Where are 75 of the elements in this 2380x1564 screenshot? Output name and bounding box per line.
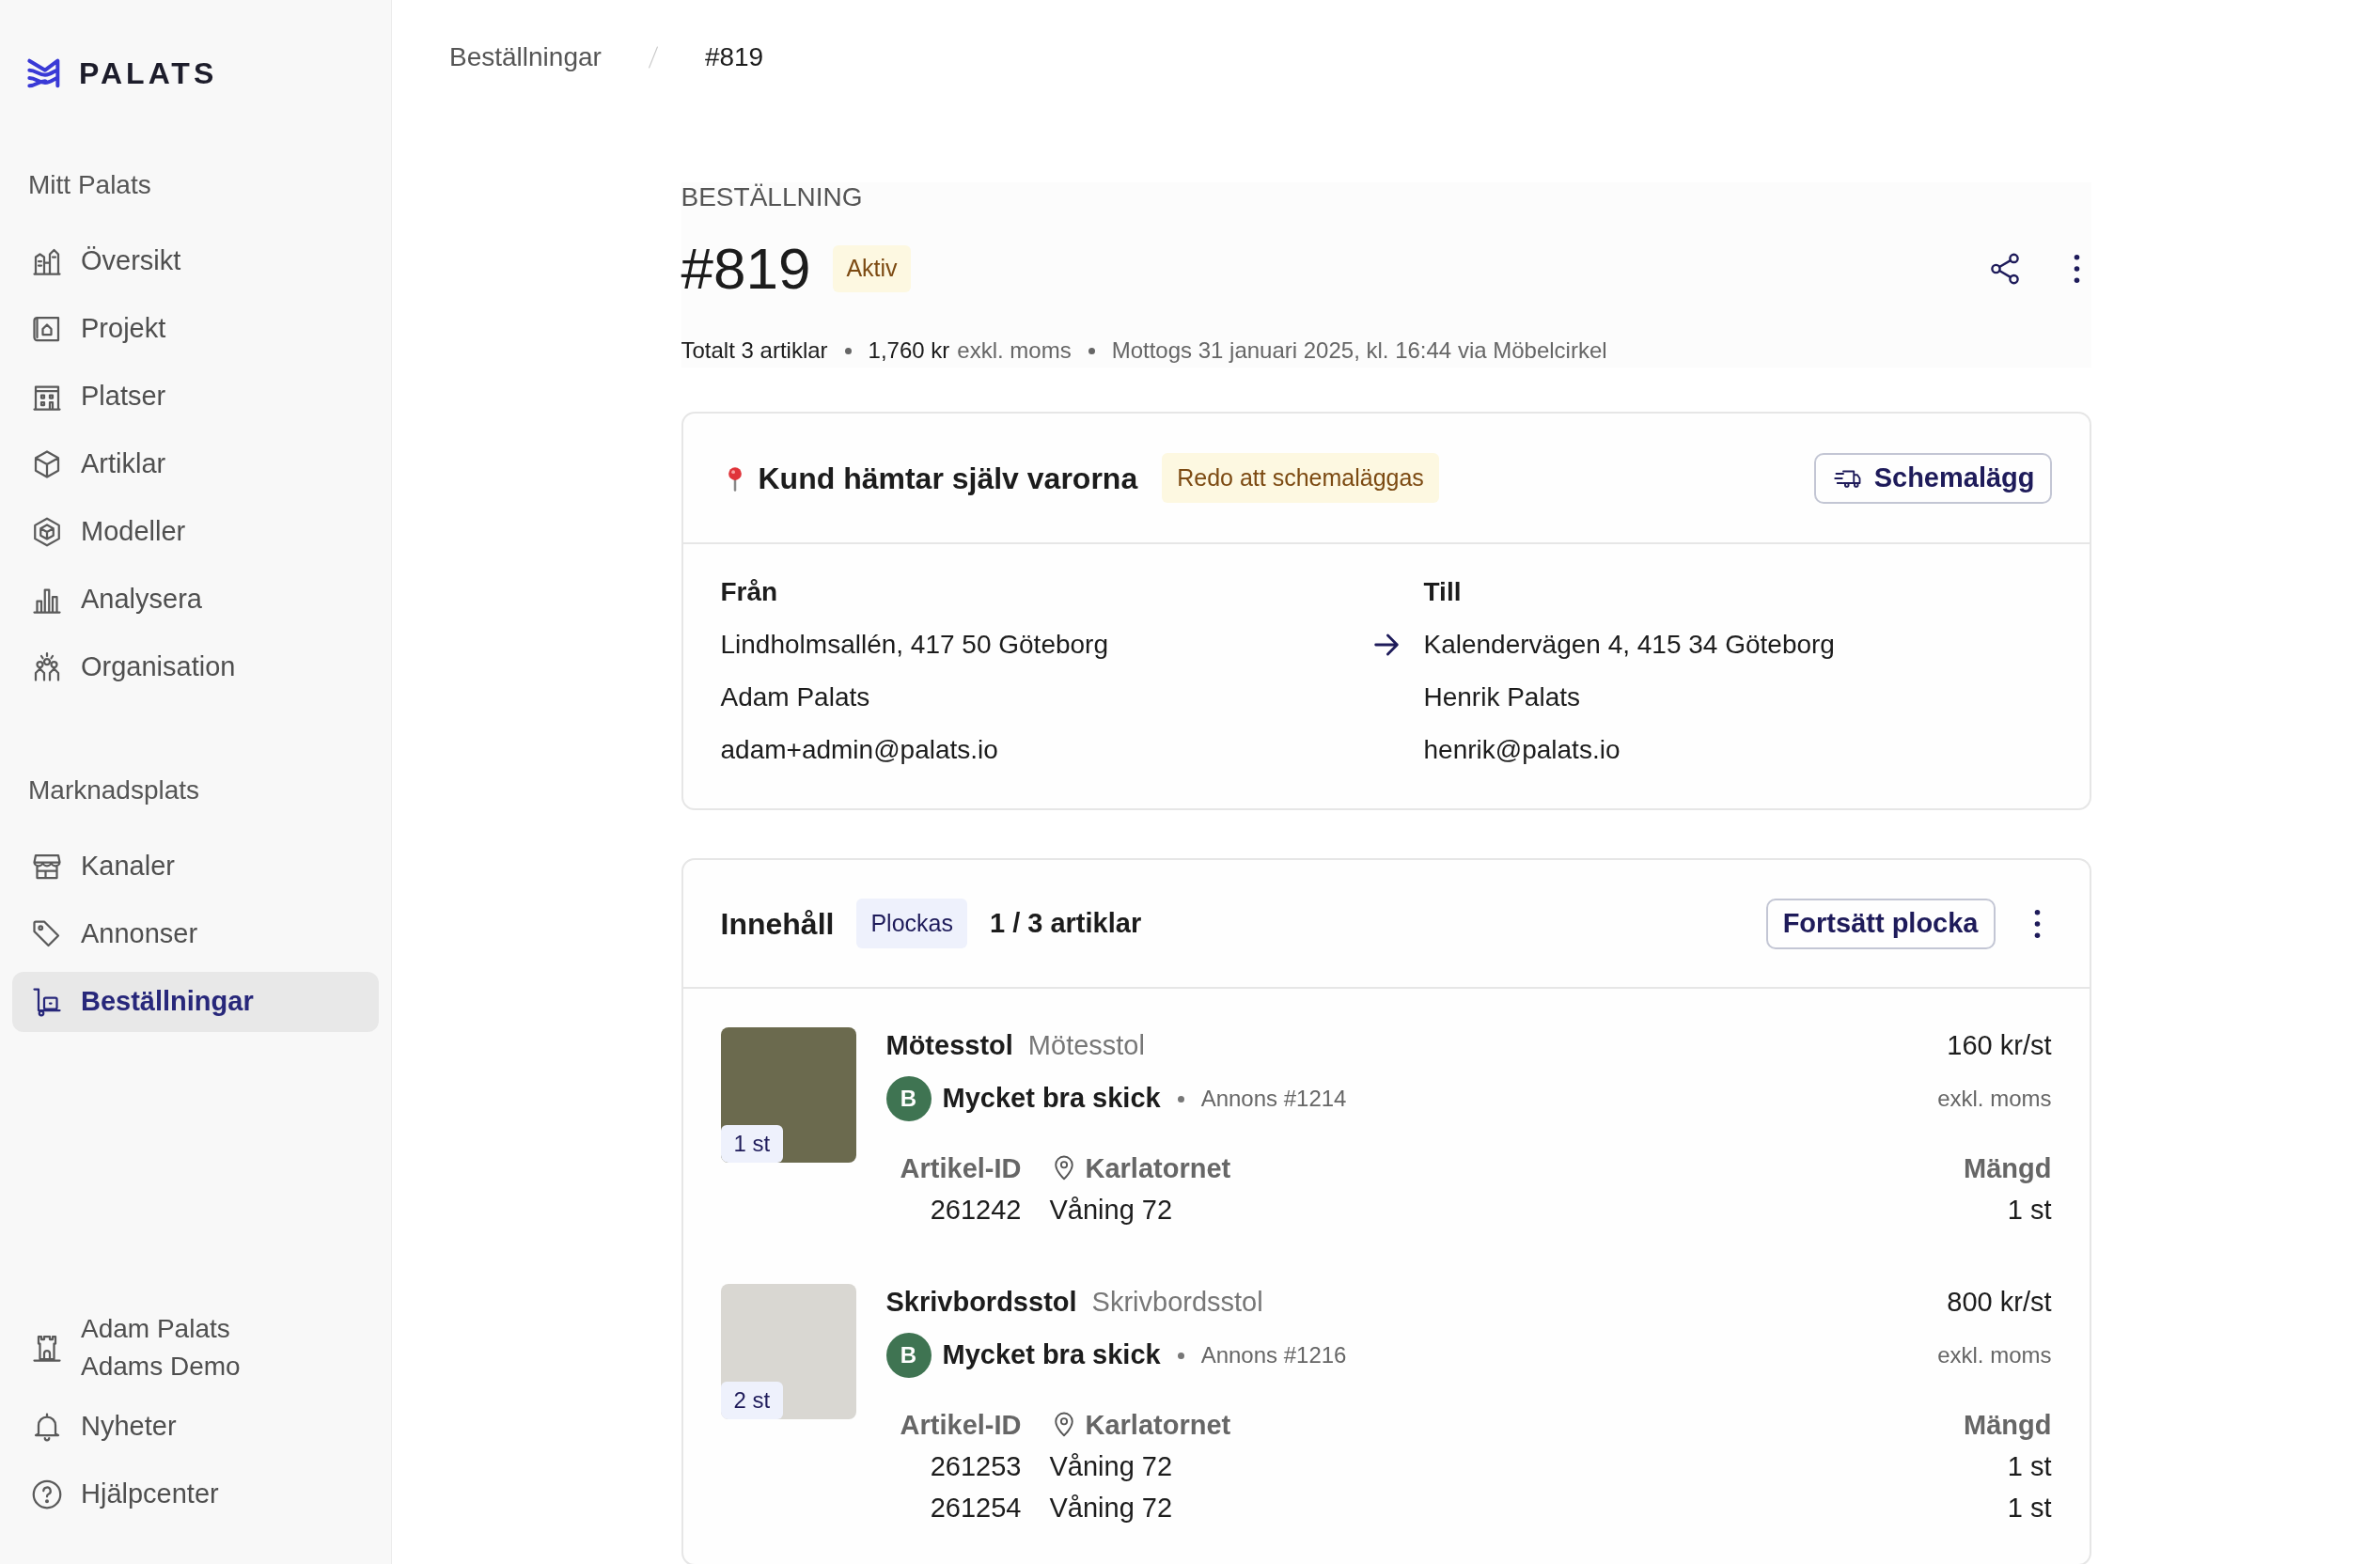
listing-link[interactable]: Annons #1216 (1200, 1338, 1347, 1372)
contact-email: adam+admin@palats.io (720, 734, 999, 766)
status-badge: Aktiv (833, 245, 911, 292)
schedule-button[interactable]: Schemalägg (1813, 452, 2052, 504)
table-cell-text: 261254 (929, 1492, 1022, 1525)
eyebrow-label: BESTÄLLNING (681, 182, 864, 212)
price-note: exkl. moms (1937, 1085, 2052, 1113)
nav-item[interactable]: Modeller (12, 502, 379, 562)
kebab-icon (2074, 255, 2080, 283)
address-text: Kalendervägen 4, 415 34 Göteborg (1423, 629, 1836, 661)
organization-name: Adams Demo (81, 1351, 241, 1383)
item-name: Mötesstol (885, 1029, 1013, 1063)
nav-item[interactable]: Annonser (12, 904, 379, 964)
nav-item[interactable]: Hjälpcenter (12, 1464, 379, 1525)
continue-picking-button[interactable]: Fortsätt plocka (1765, 898, 1996, 949)
contact-name: Adam Palats (720, 681, 871, 713)
table-cell-text: 261242 (929, 1194, 1022, 1227)
table-cell-text: Våning 72 (1049, 1450, 1174, 1483)
condition-text: Mycket bra skick (942, 1338, 1161, 1372)
item-name: Skrivbordsstol (885, 1286, 1077, 1320)
account-switcher[interactable]: Adam Palats Adams Demo (12, 1306, 379, 1389)
help-icon (30, 1478, 64, 1511)
column-header: Mängd (1964, 1152, 2052, 1185)
nav-item[interactable]: Analysera (12, 570, 379, 630)
nav-item[interactable]: Projekt (12, 299, 379, 359)
quantity-badge: 2 st (720, 1382, 784, 1419)
item-price: 800 kr/st (1947, 1286, 2052, 1320)
table-cell-text: 1 st (2006, 1492, 2052, 1525)
account-name: Adam Palats (81, 1313, 231, 1345)
grade-badge: B (885, 1076, 932, 1121)
location-name: Karlatornet (1085, 1152, 1231, 1185)
card-title: Kund hämtar själv varorna (758, 460, 1138, 497)
price-note: exkl. moms (1937, 1341, 2052, 1369)
nav-item[interactable]: Översikt (12, 231, 379, 291)
table-cell-text: 261253 (929, 1450, 1022, 1483)
received-info: Mottogs 31 januari 2025, kl. 16:44 via Möbelcirkel (1111, 336, 1607, 365)
contact-name: Henrik Palats (1423, 681, 1581, 713)
column-header: Artikel-ID (899, 1152, 1022, 1185)
item-count: Totalt 3 artiklar (681, 336, 828, 365)
table-cell-text: 1 st (2006, 1450, 2052, 1483)
kebab-icon (2034, 909, 2041, 938)
quantity-badge: 1 st (720, 1125, 784, 1163)
section-title: Mitt Palats (28, 169, 152, 201)
address-text: Lindholmsallén, 417 50 Göteborg (720, 629, 1109, 661)
item-model: Mötesstol (1027, 1029, 1145, 1063)
nav-item[interactable]: Artiklar (12, 434, 379, 494)
logo-text: PALATS (79, 58, 218, 88)
table-cell-text: Våning 72 (1049, 1492, 1174, 1525)
listing-link[interactable]: Annons #1214 (1200, 1082, 1347, 1116)
nav-item[interactable]: Kanaler (12, 837, 379, 897)
price-note: exkl. moms (957, 336, 1072, 365)
condition-text: Mycket bra skick (942, 1082, 1161, 1116)
item-price: 160 kr/st (1947, 1029, 2052, 1063)
card-title: Innehåll (720, 905, 835, 943)
table-cell-text: Våning 72 (1049, 1194, 1174, 1227)
section-title: Marknadsplats (28, 774, 201, 806)
progress-text: 1 / 3 artiklar (989, 906, 1142, 940)
contact-email: henrik@palats.io (1423, 734, 1621, 766)
status-badge: Plockas (856, 898, 967, 949)
table-cell-text: 1 st (2006, 1194, 2052, 1227)
order-number: #819 (681, 240, 811, 298)
nav-item[interactable]: Organisation (12, 637, 379, 697)
address-label: Från (720, 576, 779, 608)
status-badge: Redo att schemaläggas (1162, 452, 1439, 504)
nav-item[interactable]: Platser (12, 367, 379, 427)
total-price: 1,760 kr (868, 336, 950, 365)
address-label: Till (1423, 576, 1463, 608)
item-model: Skrivbordsstol (1091, 1286, 1263, 1320)
column-header: Mängd (1964, 1409, 2052, 1442)
grade-badge: B (885, 1333, 932, 1378)
nav-item[interactable]: Beställningar (12, 972, 379, 1032)
column-header: Artikel-ID (899, 1409, 1022, 1442)
location-name: Karlatornet (1085, 1409, 1231, 1442)
nav-item[interactable]: Nyheter (12, 1397, 379, 1457)
breadcrumb-link[interactable]: Beställningar (449, 38, 602, 77)
